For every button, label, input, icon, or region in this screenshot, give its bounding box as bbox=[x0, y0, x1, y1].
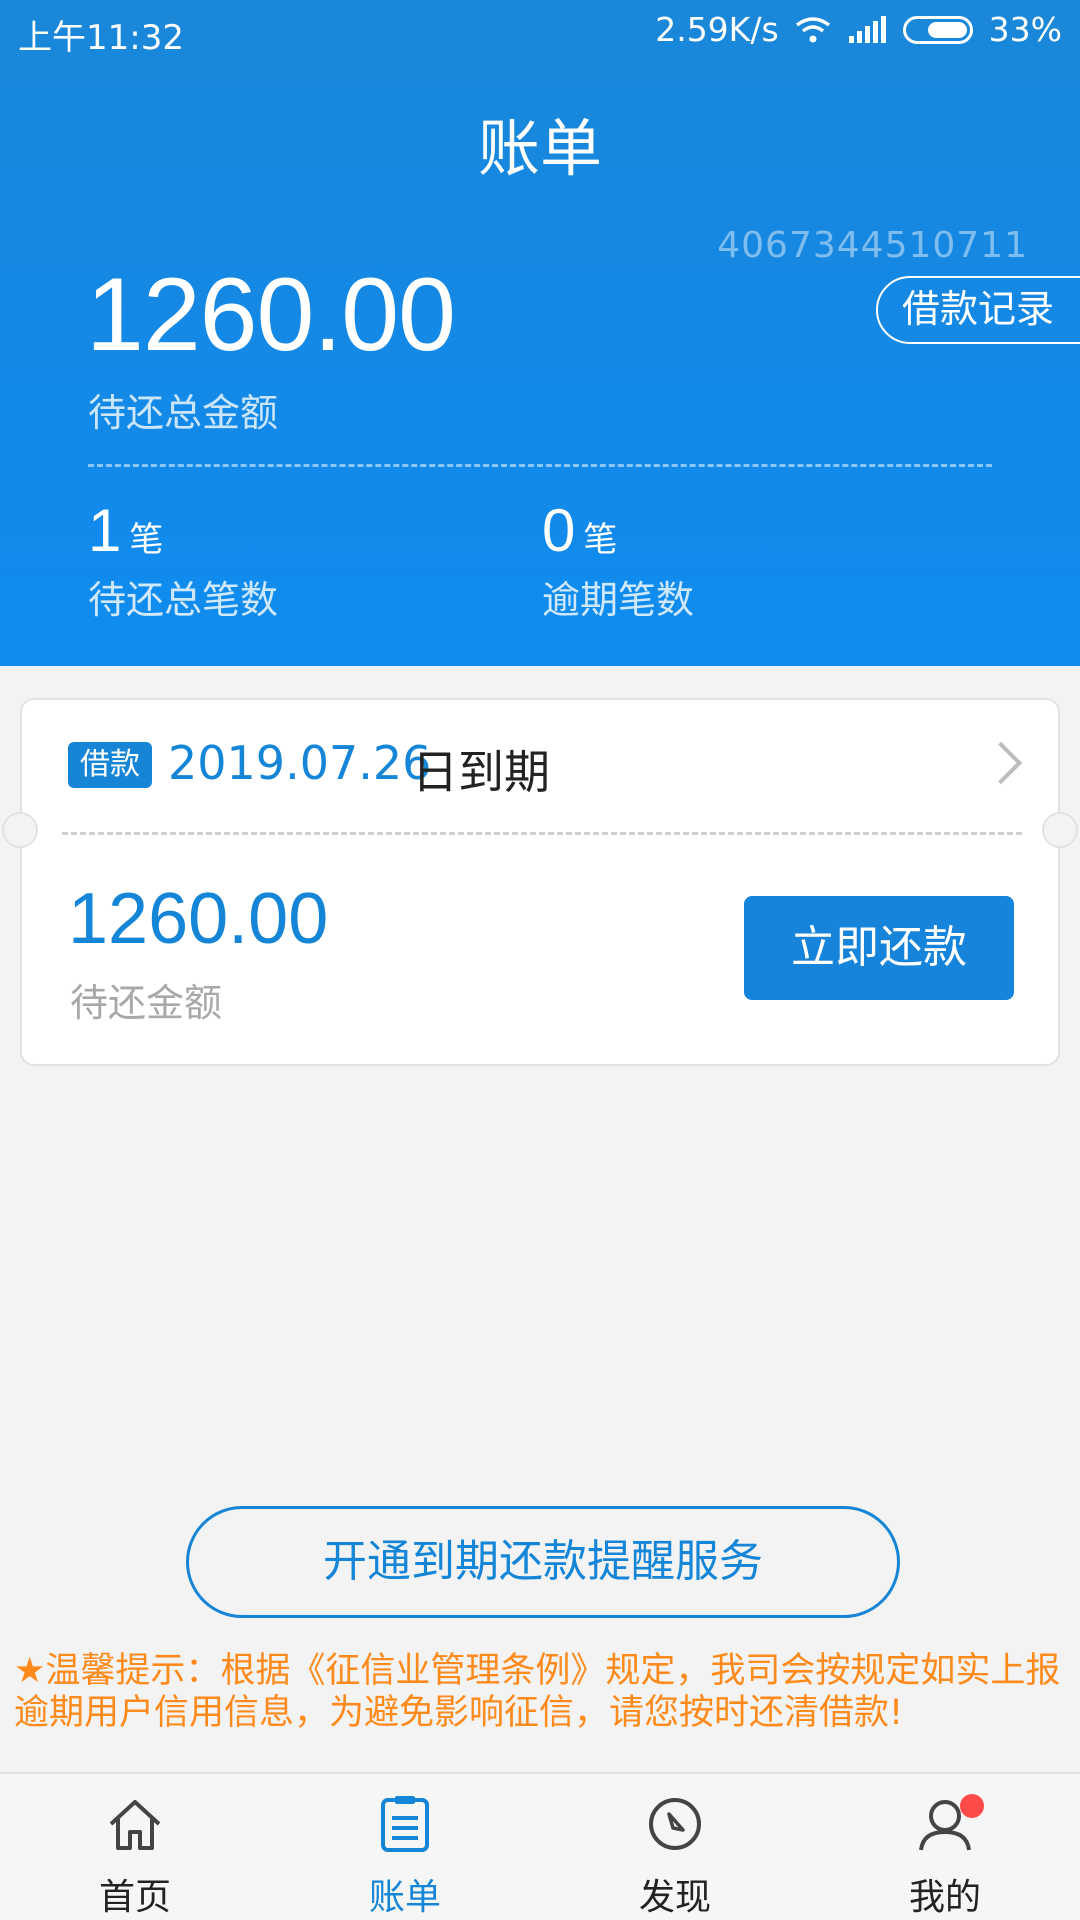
header-divider bbox=[88, 464, 992, 467]
tab-profile[interactable]: 我的 bbox=[810, 1774, 1080, 1920]
pay-now-button[interactable]: 立即还款 bbox=[744, 896, 1014, 1000]
total-amount: 1260.00 bbox=[86, 257, 456, 373]
signal-icon bbox=[848, 15, 886, 43]
card-notch-right bbox=[1042, 812, 1078, 848]
tab-bill[interactable]: 账单 bbox=[270, 1774, 540, 1920]
tab-label: 首页 bbox=[98, 1877, 171, 1918]
card-divider bbox=[62, 832, 1022, 835]
stat-label: 待还总笔数 bbox=[88, 578, 279, 622]
tab-label: 我的 bbox=[908, 1877, 981, 1918]
stat-unit: 笔 bbox=[129, 520, 164, 560]
card-notch-left bbox=[2, 812, 38, 848]
tab-label: 发现 bbox=[638, 1877, 711, 1918]
battery-level bbox=[927, 21, 967, 38]
status-time: 上午11:32 bbox=[18, 18, 184, 58]
header-panel: 上午11:32 2.59K/s 33% 账单 4067344510711 借款记… bbox=[0, 0, 1080, 666]
stat-unit: 笔 bbox=[583, 520, 618, 560]
compass-icon bbox=[649, 1798, 701, 1850]
stat-overdue-count: 0笔 逾期笔数 bbox=[542, 496, 694, 624]
tab-home[interactable]: 首页 bbox=[0, 1774, 270, 1920]
tab-discover[interactable]: 发现 bbox=[540, 1774, 810, 1920]
battery-icon bbox=[902, 15, 973, 44]
loan-badge: 借款 bbox=[68, 742, 152, 788]
bill-amount-label: 待还金额 bbox=[70, 981, 223, 1025]
account-number: 4067344510711 bbox=[717, 225, 1028, 266]
chevron-right-icon[interactable] bbox=[979, 741, 1023, 785]
stat-pending-count: 1笔 待还总笔数 bbox=[88, 496, 278, 624]
network-speed: 2.59K/s bbox=[655, 10, 779, 49]
stat-count: 0 bbox=[542, 497, 576, 564]
bill-card[interactable]: 借款 2019.07.26 日到期 1260.00 待还金额 立即还款 bbox=[20, 698, 1060, 1066]
notification-dot bbox=[960, 1794, 984, 1818]
battery-percent: 33% bbox=[988, 10, 1062, 49]
home-icon bbox=[109, 1800, 161, 1850]
bottom-tab-bar: 首页 账单 发现 我的 bbox=[0, 1772, 1080, 1920]
bill-amount: 1260.00 bbox=[68, 879, 329, 959]
wifi-icon bbox=[795, 16, 830, 42]
status-bar: 上午11:32 2.59K/s 33% bbox=[0, 0, 1080, 62]
loan-record-button[interactable]: 借款记录 bbox=[875, 276, 1080, 344]
page-title: 账单 bbox=[477, 112, 602, 185]
stat-count: 1 bbox=[88, 497, 122, 564]
bill-icon bbox=[381, 1796, 429, 1852]
due-date: 2019.07.26 bbox=[168, 736, 432, 790]
due-suffix: 日到期 bbox=[412, 745, 550, 799]
tab-label: 账单 bbox=[368, 1877, 441, 1918]
credit-warning-tip: ★温馨提示：根据《征信业管理条例》规定，我司会按规定如实上报逾期用户信用信息，为… bbox=[14, 1651, 1061, 1733]
stat-label: 逾期笔数 bbox=[542, 578, 695, 622]
total-amount-label: 待还总金额 bbox=[88, 391, 279, 435]
status-indicators: 2.59K/s 33% bbox=[655, 10, 1062, 49]
due-reminder-button[interactable]: 开通到期还款提醒服务 bbox=[186, 1506, 900, 1618]
